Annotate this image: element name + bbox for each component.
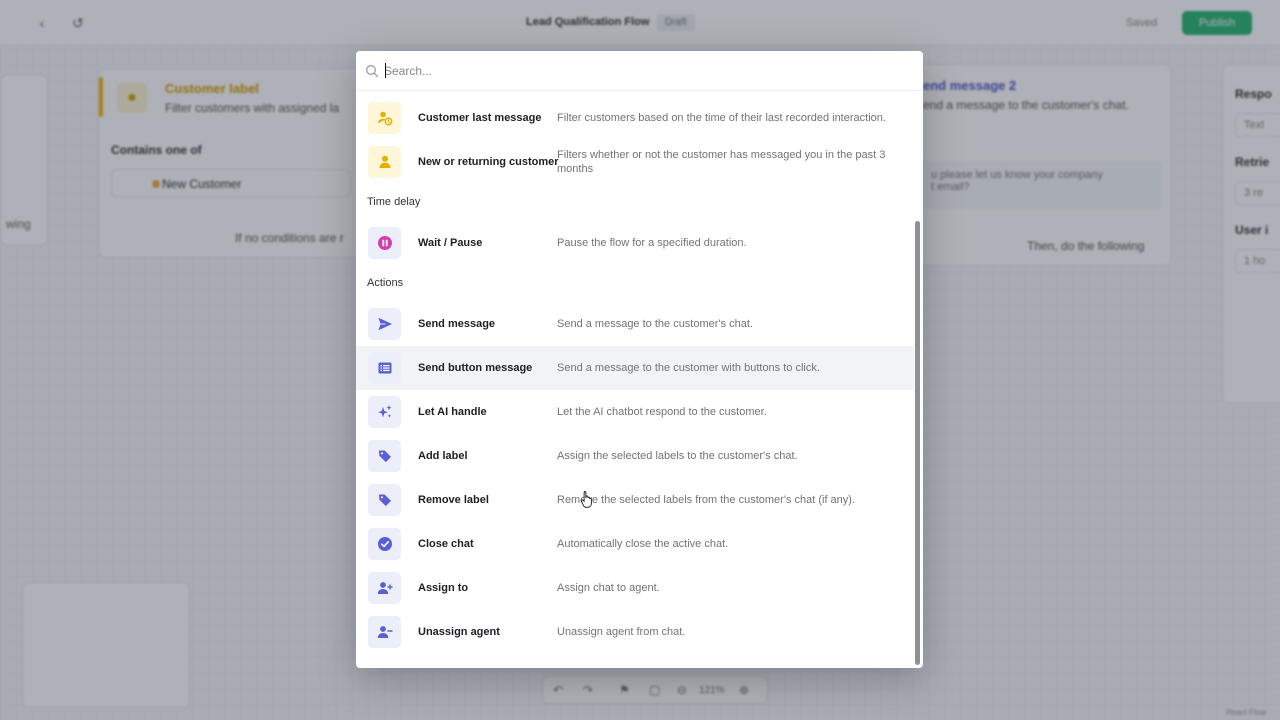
item-name: Customer last message (418, 112, 542, 124)
user-icon (379, 155, 390, 168)
icon-tile (368, 528, 401, 560)
item-description: Assign chat to agent. (557, 582, 660, 594)
item-description: Unassign agent from chat. (557, 626, 686, 638)
icon-tile (368, 308, 401, 340)
icon-tile (368, 484, 401, 516)
check-circle-icon (377, 537, 392, 551)
item-name: Remove label (418, 494, 489, 506)
section-heading-actions: Actions (367, 277, 404, 289)
item-name: New or returning customer (418, 156, 559, 168)
item-name: Let AI handle (418, 406, 487, 418)
list-item-add-label[interactable]: Add label Assign the selected labels to … (356, 434, 914, 478)
item-description: Filters whether or not the customer has … (557, 149, 886, 175)
list-item-close-chat[interactable]: Close chat Automatically close the activ… (356, 522, 914, 566)
send-icon (378, 317, 392, 331)
pause-icon (377, 236, 392, 250)
item-name: Wait / Pause (418, 237, 483, 249)
user-plus-icon (377, 582, 393, 594)
item-name: Assign to (418, 582, 469, 594)
section-heading-time-delay: Time delay (367, 196, 421, 208)
list-item-new-or-returning-customer[interactable]: New or returning customer Filters whethe… (356, 140, 914, 184)
item-name: Send message (418, 318, 496, 330)
item-name: Unassign agent (418, 626, 500, 638)
scrollbar-thumb[interactable] (915, 221, 920, 665)
search-input[interactable] (384, 61, 904, 81)
list-icon (378, 362, 391, 374)
item-description: Send a message to the customer's chat. (557, 318, 753, 330)
item-description: Filter customers based on the time of th… (557, 112, 886, 124)
icon-tile (368, 572, 401, 604)
sparkles-icon (377, 405, 392, 418)
list-item-remove-label[interactable]: Remove label Remove the selected labels … (356, 478, 914, 522)
hand-cursor-icon (580, 491, 592, 508)
list-item-assign-to[interactable]: Assign to Assign chat to agent. (356, 566, 914, 610)
search-icon (366, 65, 379, 78)
icon-tile (368, 146, 401, 178)
list-item-wait-pause[interactable]: Wait / Pause Pause the flow for a specif… (356, 221, 914, 265)
node-type-list[interactable]: Customer last message Filter customers b… (356, 92, 923, 668)
item-description: Send a message to the customer with butt… (557, 362, 820, 374)
user-minus-icon (377, 626, 393, 638)
icon-tile (368, 396, 401, 428)
item-name: Send button message (418, 362, 533, 374)
search-bar (356, 51, 923, 91)
item-name: Add label (418, 450, 468, 462)
icon-tile (368, 440, 401, 472)
item-description: Pause the flow for a specified duration. (557, 237, 747, 249)
tag-icon (378, 494, 391, 507)
tag-icon (378, 450, 391, 463)
item-description: Assign the selected labels to the custom… (557, 450, 798, 462)
item-description: Let the AI chatbot respond to the custom… (557, 406, 767, 418)
icon-tile (368, 616, 401, 648)
list-item-send-message[interactable]: Send message Send a message to the custo… (356, 302, 914, 346)
icon-tile (368, 102, 401, 134)
user-clock-icon (377, 111, 392, 126)
list-item-let-ai-handle[interactable]: Let AI handle Let the AI chatbot respond… (356, 390, 914, 434)
item-description: Automatically close the active chat. (557, 538, 729, 550)
list-item-unassign-agent[interactable]: Unassign agent Unassign agent from chat. (356, 610, 914, 654)
item-name: Close chat (418, 538, 474, 550)
icon-tile (368, 352, 401, 384)
list-item-send-button-message[interactable]: Send button message Send a message to th… (356, 346, 914, 390)
list-item-customer-last-message[interactable]: Customer last message Filter customers b… (356, 96, 914, 140)
node-picker-modal: Customer last message Filter customers b… (356, 51, 923, 668)
icon-tile (368, 227, 401, 259)
item-description: Remove the selected labels from the cust… (557, 494, 856, 506)
text-caret (385, 63, 386, 78)
